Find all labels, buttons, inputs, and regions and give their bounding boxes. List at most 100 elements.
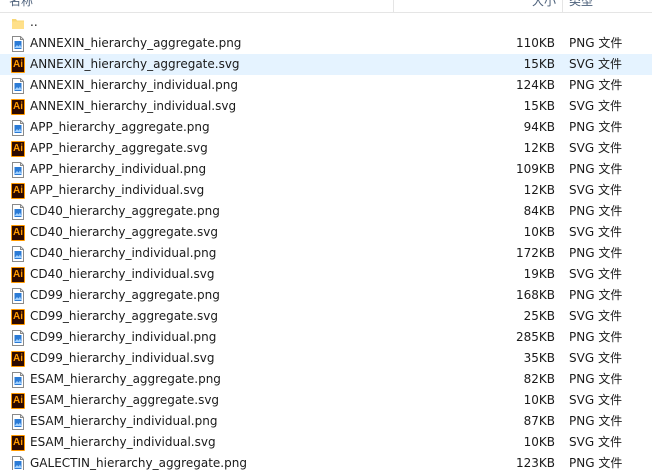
file-row[interactable]: Ai ANNEXIN_hierarchy_individual.svg 15KB SV… [0, 96, 652, 117]
file-size: 15KB [523, 57, 555, 71]
file-row[interactable]: GALECTIN_hierarchy_aggregate.png 123KB PNG… [0, 453, 652, 470]
file-name: ANNEXIN_hierarchy_individual.svg [30, 99, 237, 113]
file-name: ESAM_hierarchy_individual.svg [30, 435, 216, 449]
adobe-illustrator-file-icon: Ai [11, 57, 25, 73]
file-name: CD99_hierarchy_individual.svg [30, 351, 215, 365]
file-name: CD40_hierarchy_individual.png [30, 246, 217, 260]
file-size: 172KB [515, 246, 555, 260]
file-size: 82KB [523, 372, 555, 386]
file-type: PNG 文件 [569, 330, 623, 344]
file-list: .. ANNEXIN_hierarchy_aggregate.png 110KB P… [0, 12, 652, 470]
file-row[interactable]: Ai ANNEXIN_hierarchy_aggregate.svg 15KB SVG… [0, 54, 652, 75]
file-type: SVG 文件 [569, 435, 622, 449]
file-row[interactable]: Ai CD40_hierarchy_aggregate.svg 10KB SVG 文件 [0, 222, 652, 243]
file-name: CD40_hierarchy_individual.svg [30, 267, 215, 281]
file-type: SVG 文件 [569, 225, 622, 239]
file-row[interactable]: Ai CD40_hierarchy_individual.svg 19KB SVG 文… [0, 264, 652, 285]
file-type: SVG 文件 [569, 393, 622, 407]
file-type: PNG 文件 [569, 414, 623, 428]
file-type: SVG 文件 [569, 309, 622, 323]
file-type: PNG 文件 [569, 288, 623, 302]
adobe-illustrator-file-icon: Ai [11, 309, 25, 325]
file-name: CD99_hierarchy_aggregate.png [30, 288, 220, 302]
file-row[interactable]: CD99_hierarchy_individual.png 285KB PNG 文件 [0, 327, 652, 348]
file-size: 109KB [515, 162, 555, 176]
image-file-icon [11, 78, 25, 94]
file-row[interactable]: Ai CD99_hierarchy_individual.svg 35KB SVG 文… [0, 348, 652, 369]
file-size: 123KB [515, 456, 555, 470]
image-file-icon [11, 288, 25, 304]
file-name: ANNEXIN_hierarchy_aggregate.png [30, 36, 242, 50]
adobe-illustrator-file-icon: Ai [11, 183, 25, 199]
file-size: 84KB [523, 204, 555, 218]
file-name: GALECTIN_hierarchy_aggregate.png [30, 456, 247, 470]
column-header-size[interactable]: 大小 [512, 0, 556, 12]
file-size: 110KB [515, 36, 555, 50]
file-size: 15KB [523, 99, 555, 113]
file-row[interactable]: ANNEXIN_hierarchy_aggregate.png 110KB PNG … [0, 33, 652, 54]
file-row[interactable]: Ai ESAM_hierarchy_individual.svg 10KB SVG 文… [0, 432, 652, 453]
file-type: PNG 文件 [569, 246, 623, 260]
adobe-illustrator-file-icon: Ai [11, 99, 25, 115]
file-name: APP_hierarchy_aggregate.png [30, 120, 210, 134]
file-name: ANNEXIN_hierarchy_aggregate.svg [30, 57, 240, 71]
column-divider[interactable] [562, 0, 563, 12]
adobe-illustrator-file-icon: Ai [11, 225, 25, 241]
image-file-icon [11, 456, 25, 470]
file-type: SVG 文件 [569, 57, 622, 71]
image-file-icon [11, 204, 25, 220]
file-name: ESAM_hierarchy_aggregate.png [30, 372, 221, 386]
file-name: CD40_hierarchy_aggregate.png [30, 204, 220, 218]
adobe-illustrator-file-icon: Ai [11, 435, 25, 451]
file-row[interactable]: CD40_hierarchy_individual.png 172KB PNG 文件 [0, 243, 652, 264]
image-file-icon [11, 372, 25, 388]
file-type: PNG 文件 [569, 162, 623, 176]
file-type: SVG 文件 [569, 99, 622, 113]
file-name: APP_hierarchy_individual.png [30, 162, 207, 176]
adobe-illustrator-file-icon: Ai [11, 393, 25, 409]
file-row[interactable]: APP_hierarchy_aggregate.png 94KB PNG 文件 [0, 117, 652, 138]
file-row[interactable]: CD99_hierarchy_aggregate.png 168KB PNG 文件 [0, 285, 652, 306]
file-row[interactable]: Ai CD99_hierarchy_aggregate.svg 25KB SVG 文件 [0, 306, 652, 327]
file-row[interactable]: Ai APP_hierarchy_aggregate.svg 12KB SVG 文件 [0, 138, 652, 159]
file-row[interactable]: Ai ESAM_hierarchy_aggregate.svg 10KB SVG 文件 [0, 390, 652, 411]
file-row[interactable]: Ai APP_hierarchy_individual.svg 12KB SVG 文件 [0, 180, 652, 201]
file-row[interactable]: ESAM_hierarchy_individual.png 87KB PNG 文件 [0, 411, 652, 432]
file-type: PNG 文件 [569, 204, 623, 218]
parent-folder-row[interactable]: .. [0, 12, 652, 33]
file-name: ESAM_hierarchy_aggregate.svg [30, 393, 220, 407]
file-size: 168KB [515, 288, 555, 302]
image-file-icon [11, 414, 25, 430]
file-row[interactable]: APP_hierarchy_individual.png 109KB PNG 文件 [0, 159, 652, 180]
image-file-icon [11, 162, 25, 178]
file-name: ANNEXIN_hierarchy_individual.png [30, 78, 238, 92]
column-header-type[interactable]: 类型 [569, 0, 593, 12]
file-size: 124KB [515, 78, 555, 92]
image-file-icon [11, 330, 25, 346]
file-type: SVG 文件 [569, 183, 622, 197]
file-size: 10KB [523, 393, 555, 407]
file-size: 94KB [523, 120, 555, 134]
file-size: 19KB [523, 267, 555, 281]
file-list-pane: 名称 大小 类型 .. ANNEXIN_hierarchy_aggregate.… [0, 0, 652, 470]
file-size: 12KB [523, 183, 555, 197]
file-row[interactable]: CD40_hierarchy_aggregate.png 84KB PNG 文件 [0, 201, 652, 222]
file-type: SVG 文件 [569, 351, 622, 365]
column-header-name[interactable]: 名称 [9, 0, 33, 12]
file-type: SVG 文件 [569, 141, 622, 155]
file-size: 12KB [523, 141, 555, 155]
file-row[interactable]: ANNEXIN_hierarchy_individual.png 124KB PNG… [0, 75, 652, 96]
adobe-illustrator-file-icon: Ai [11, 267, 25, 283]
file-type: PNG 文件 [569, 78, 623, 92]
file-size: 10KB [523, 225, 555, 239]
file-size: 25KB [523, 309, 555, 323]
column-divider[interactable] [393, 0, 394, 12]
file-type: PNG 文件 [569, 36, 623, 50]
file-name: APP_hierarchy_aggregate.svg [30, 141, 208, 155]
parent-folder-label: .. [30, 15, 38, 29]
image-file-icon [11, 36, 25, 52]
file-type: PNG 文件 [569, 456, 623, 470]
file-row[interactable]: ESAM_hierarchy_aggregate.png 82KB PNG 文件 [0, 369, 652, 390]
file-type: PNG 文件 [569, 372, 623, 386]
file-type: PNG 文件 [569, 120, 623, 134]
